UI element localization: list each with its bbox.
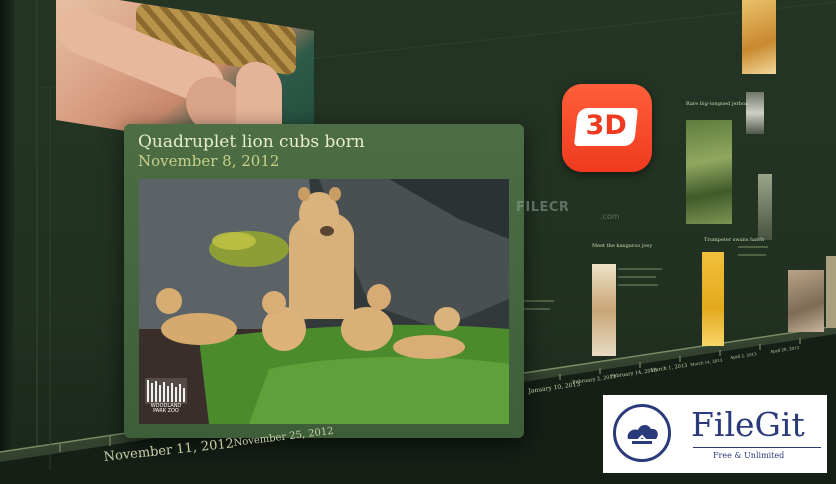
- timeline-3d-view: Rare big-tongued jerboa Meet the kangaro…: [0, 0, 836, 484]
- timeline-date-label[interactable]: March 14, 2013: [690, 358, 723, 367]
- filecr-name: FILECR: [516, 200, 570, 215]
- zoo-logo: WOODLAND PARK ZOO: [145, 378, 187, 418]
- 3d-app-label: 3D: [585, 110, 627, 141]
- distant-photo-card[interactable]: [742, 0, 776, 74]
- distant-photo-card[interactable]: [702, 252, 724, 346]
- timeline-date-label[interactable]: April 20, 2013: [770, 345, 799, 354]
- event-date: November 8, 2012: [138, 152, 280, 170]
- timeline-date-label[interactable]: March 1, 2013: [650, 363, 688, 374]
- event-title: Quadruplet lion cubs born: [138, 132, 365, 152]
- wall-divider: [36, 0, 38, 470]
- lion-cubs-illustration: [139, 179, 509, 424]
- distant-photo-card[interactable]: [746, 92, 764, 134]
- zoo-logo-text: WOODLAND PARK ZOO: [150, 403, 182, 414]
- distant-card-text: [738, 254, 766, 256]
- left-wall-edge: [0, 0, 14, 484]
- filegit-tagline: Free & Unlimited: [713, 451, 785, 460]
- 3d-app-icon: 3D: [562, 84, 652, 172]
- distant-card-title: Meet the kangaroo joey: [592, 243, 653, 249]
- distant-card-title: Rare big-tongued jerboa: [686, 101, 748, 107]
- filecr-suffix: .com: [600, 212, 620, 221]
- distant-card-text: [524, 300, 554, 302]
- distant-card-title: Trumpeter swans hatch: [704, 237, 765, 243]
- distant-photo-card[interactable]: [686, 120, 732, 224]
- distant-card-text: [618, 284, 658, 286]
- filegit-logo-icon: [613, 404, 671, 462]
- timeline-date-label[interactable]: April 2, 2013: [730, 351, 757, 360]
- distant-card-text: [524, 308, 550, 310]
- filecr-watermark: FILECR .com: [516, 196, 620, 221]
- filegit-divider: [693, 447, 821, 448]
- timeline-date-label[interactable]: November 11, 2012: [103, 436, 235, 465]
- featured-event-card[interactable]: Quadruplet lion cubs born November 8, 20…: [124, 124, 524, 438]
- distant-photo-card[interactable]: [758, 174, 772, 240]
- filegit-badge: FileGit Free & Unlimited: [603, 395, 827, 473]
- distant-card-text: [738, 246, 768, 248]
- distant-card-text: [618, 276, 656, 278]
- distant-photo-card[interactable]: [592, 264, 616, 356]
- lion-cubs-photo[interactable]: WOODLAND PARK ZOO: [139, 179, 509, 424]
- filegit-name: FileGit: [691, 405, 805, 444]
- distant-photo-card[interactable]: [788, 270, 824, 332]
- distant-photo-card[interactable]: [826, 256, 836, 328]
- distant-card-text: [618, 268, 662, 270]
